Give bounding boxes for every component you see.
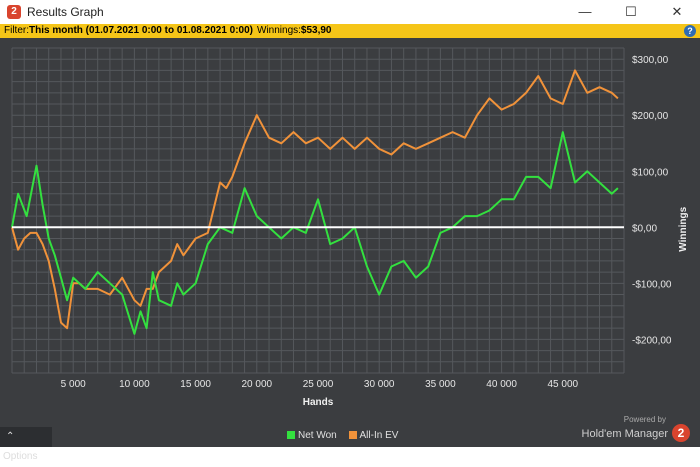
chart-panel: 5 000 10 000 15 000 20 000 25 000 30 000 35 00…: [0, 38, 700, 462]
filter-prefix: Filter:: [4, 25, 29, 36]
x-axis-label: Hands: [303, 397, 334, 408]
winnings-value: $53,90: [300, 25, 332, 36]
brand-name: Hold'em Manager: [581, 428, 668, 440]
x-tick-label: 45 000: [548, 379, 579, 390]
legend-label-all-in-ev: All-In EV: [359, 430, 399, 441]
options-label: Options: [3, 451, 38, 462]
y-axis-label: Winnings: [678, 206, 689, 251]
y-tick-label: -$200,00: [632, 335, 672, 346]
y-tick-label: -$100,00: [632, 279, 672, 290]
chart-legend: Net Won All-In EV: [287, 430, 407, 441]
y-tick-label: $0,00: [632, 223, 657, 234]
powered-by-text: Powered by: [623, 414, 666, 424]
minimize-button[interactable]: —: [562, 0, 608, 24]
x-tick-label: 20 000: [242, 379, 273, 390]
y-tick-label: $100,00: [632, 167, 669, 178]
x-axis-ticks: 5 000 10 000 15 000 20 000 25 000 30 000 35 00…: [61, 379, 579, 390]
filter-period[interactable]: This month (01.07.2021 0:00 to 01.08.202…: [29, 24, 253, 38]
x-tick-label: 30 000: [364, 379, 395, 390]
y-axis-ticks: $300,00 $200,00 $100,00 $0,00 -$100,00 -$200,…: [632, 55, 672, 346]
maximize-button[interactable]: ☐: [608, 0, 654, 24]
help-icon[interactable]: ?: [684, 25, 696, 37]
filter-bar: Filter: This month (01.07.2021 0:00 to 0…: [0, 24, 700, 38]
x-tick-label: 35 000: [425, 379, 456, 390]
legend-item-all-in-ev[interactable]: All-In EV: [348, 430, 399, 441]
close-button[interactable]: ✕: [654, 0, 700, 24]
x-tick-label: 25 000: [303, 379, 334, 390]
x-tick-label: 10 000: [119, 379, 150, 390]
results-chart: 5 000 10 000 15 000 20 000 25 000 30 000 35 00…: [11, 47, 689, 408]
brand-block: Powered by Hold'em Manager 2: [582, 415, 690, 442]
y-tick-label: $300,00: [632, 55, 669, 66]
legend-swatch-net-won: [287, 431, 295, 439]
x-tick-label: 5 000: [61, 379, 86, 390]
brand-logo-icon: 2: [672, 423, 690, 442]
x-tick-label: 15 000: [180, 379, 211, 390]
legend-swatch-all-in-ev: [348, 431, 357, 439]
app-logo-icon: 2: [7, 5, 21, 19]
x-tick-label: 40 000: [486, 379, 517, 390]
legend-item-net-won[interactable]: Net Won: [287, 430, 340, 441]
title-bar: 2 Results Graph — ☐ ✕: [0, 0, 700, 25]
window-title: Results Graph: [27, 5, 104, 19]
winnings-label: Winnings:: [257, 25, 301, 36]
y-tick-label: $200,00: [632, 111, 669, 122]
options-button[interactable]: ⌃ Options: [0, 427, 52, 462]
chevron-up-icon: ⌃: [6, 431, 15, 442]
legend-label-net-won: Net Won: [298, 430, 337, 441]
